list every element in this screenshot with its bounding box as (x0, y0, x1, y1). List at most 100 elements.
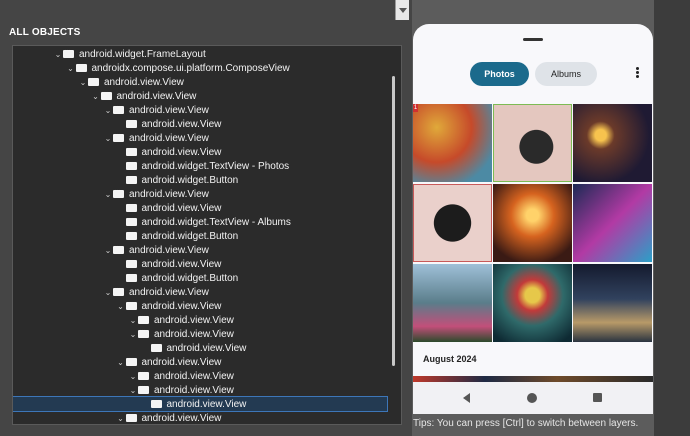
tree-node[interactable]: ⌄ android.view.View (91, 87, 196, 103)
object-icon (125, 353, 137, 366)
chevron-down-icon[interactable]: ⌄ (103, 106, 113, 115)
tree-node[interactable]: ⌄ android.view.View (103, 283, 209, 299)
sheet-handle[interactable] (523, 38, 543, 41)
more-options-icon[interactable] (635, 67, 641, 81)
home-icon[interactable] (527, 393, 537, 403)
tree-node-label: android.view.View (129, 244, 209, 256)
chevron-down-icon[interactable]: ⌄ (103, 134, 113, 143)
tree-node[interactable]: ⌄ android.view.View (103, 241, 209, 257)
object-icon (125, 115, 137, 128)
object-icon (150, 395, 162, 408)
month-header: August 2024 (423, 354, 477, 364)
chevron-down-icon[interactable]: ⌄ (128, 372, 138, 381)
navigation-bar (413, 382, 653, 414)
tree-node-label: android.widget.Button (141, 230, 239, 242)
tree-node-label: android.view.View (166, 342, 247, 354)
object-icon (125, 143, 137, 156)
tree-node[interactable]: ⌄ androidx.compose.ui.platform.ComposeVie… (66, 59, 290, 75)
tree-node[interactable]: android.widget.TextView - Albums (116, 213, 291, 229)
object-icon (125, 199, 137, 212)
object-icon (125, 297, 137, 310)
object-icon (138, 311, 149, 324)
photo-thumbnail[interactable] (573, 184, 652, 262)
layer-badge: 1 (413, 104, 418, 112)
tree-node[interactable]: android.view.View (116, 115, 222, 131)
tree-node-label: android.view.View (154, 328, 234, 340)
photo-grid (413, 104, 653, 342)
chevron-down-icon[interactable]: ⌄ (116, 302, 126, 311)
tree-node-label: android.view.View (141, 118, 222, 130)
object-icon (63, 46, 74, 58)
chevron-down-icon[interactable]: ⌄ (128, 330, 138, 339)
phone-screen: Photos Albums 1 August 2024 (413, 24, 653, 414)
photo-thumbnail[interactable] (573, 104, 652, 182)
tree-node-label: android.view.View (154, 314, 234, 326)
tree-node[interactable]: ⌄ android.view.View (103, 129, 209, 145)
tab-albums[interactable]: Albums (535, 62, 597, 86)
photo-thumbnail[interactable] (493, 184, 572, 262)
tree-scrollbar[interactable] (392, 76, 395, 366)
tree-node-label: android.view.View (141, 258, 222, 270)
chevron-down-icon[interactable]: ⌄ (78, 78, 88, 87)
tree-node[interactable]: android.widget.TextView - Photos (116, 157, 289, 173)
tree-node-label: android.view.View (166, 398, 247, 410)
section-title: ALL OBJECTS (9, 27, 81, 38)
object-tree[interactable]: ⌄android.widget.FrameLayout⌄androidx.com… (12, 45, 402, 425)
tree-node-label: android.view.View (129, 132, 209, 144)
tree-node-label: android.view.View (129, 286, 209, 298)
object-icon (113, 283, 124, 296)
tree-node[interactable]: ⌄ android.view.View (116, 409, 221, 424)
tree-node[interactable]: ⌄ android.view.View (116, 297, 222, 313)
tree-node[interactable]: android.view.View (13, 395, 388, 412)
photo-thumbnail[interactable] (493, 264, 572, 342)
chevron-down-icon[interactable]: ⌄ (103, 246, 113, 255)
tree-node[interactable]: ⌄ android.view.View (116, 353, 222, 369)
chevron-down-icon[interactable]: ⌄ (128, 386, 138, 395)
tree-node-label: android.view.View (141, 356, 222, 368)
tree-node-label: android.view.View (141, 146, 222, 158)
chevron-down-icon[interactable]: ⌄ (116, 414, 126, 423)
photo-thumbnail[interactable] (413, 184, 492, 262)
recents-icon[interactable] (593, 393, 602, 402)
tree-node[interactable]: ⌄ android.view.View (103, 185, 209, 201)
tree-node[interactable]: android.widget.Button (116, 227, 239, 243)
right-side-panel (654, 0, 690, 436)
photo-thumbnail[interactable] (413, 264, 492, 342)
tree-node-label: androidx.compose.ui.platform.ComposeView (91, 62, 290, 74)
scroll-down-arrow-icon (399, 8, 407, 13)
photo-thumbnail[interactable] (493, 104, 572, 182)
object-icon (125, 157, 137, 170)
chevron-down-icon[interactable]: ⌄ (53, 50, 63, 59)
tree-node-label: android.widget.Button (141, 272, 239, 284)
top-scroll-button[interactable] (395, 0, 409, 20)
object-icon (138, 367, 149, 380)
tree-node[interactable]: ⌄ android.view.View (78, 73, 184, 89)
chevron-down-icon[interactable]: ⌄ (66, 64, 76, 73)
photo-thumbnail[interactable] (413, 104, 492, 182)
chevron-down-icon[interactable]: ⌄ (91, 92, 101, 101)
chevron-down-icon[interactable]: ⌄ (103, 288, 113, 297)
tree-node[interactable]: android.view.View (141, 339, 247, 355)
tree-node[interactable]: android.widget.Button (116, 171, 239, 187)
tree-node[interactable]: ⌄ android.view.View (128, 381, 234, 397)
tree-node[interactable]: android.widget.Button (116, 269, 239, 285)
object-icon (125, 409, 137, 422)
object-icon (125, 171, 137, 184)
object-icon (150, 339, 162, 352)
tree-node-label: android.view.View (141, 202, 222, 214)
tree-node-label: android.widget.Button (141, 174, 239, 186)
tree-node-label: android.view.View (104, 76, 184, 88)
photo-thumbnail[interactable] (573, 264, 652, 342)
back-icon[interactable] (463, 393, 470, 403)
chevron-down-icon[interactable]: ⌄ (128, 316, 138, 325)
tree-node-label: android.view.View (141, 300, 222, 312)
object-icon (125, 269, 137, 282)
app-window: ALL OBJECTS ⌄android.widget.FrameLayout⌄… (0, 0, 690, 436)
tab-photos[interactable]: Photos (470, 62, 529, 86)
tree-node-label: android.view.View (129, 188, 209, 200)
tree-node[interactable]: ⌄ android.view.View (103, 101, 209, 117)
tree-node[interactable]: ⌄ android.view.View (128, 325, 234, 341)
object-icon (125, 255, 137, 268)
chevron-down-icon[interactable]: ⌄ (116, 358, 126, 367)
chevron-down-icon[interactable]: ⌄ (103, 190, 113, 199)
